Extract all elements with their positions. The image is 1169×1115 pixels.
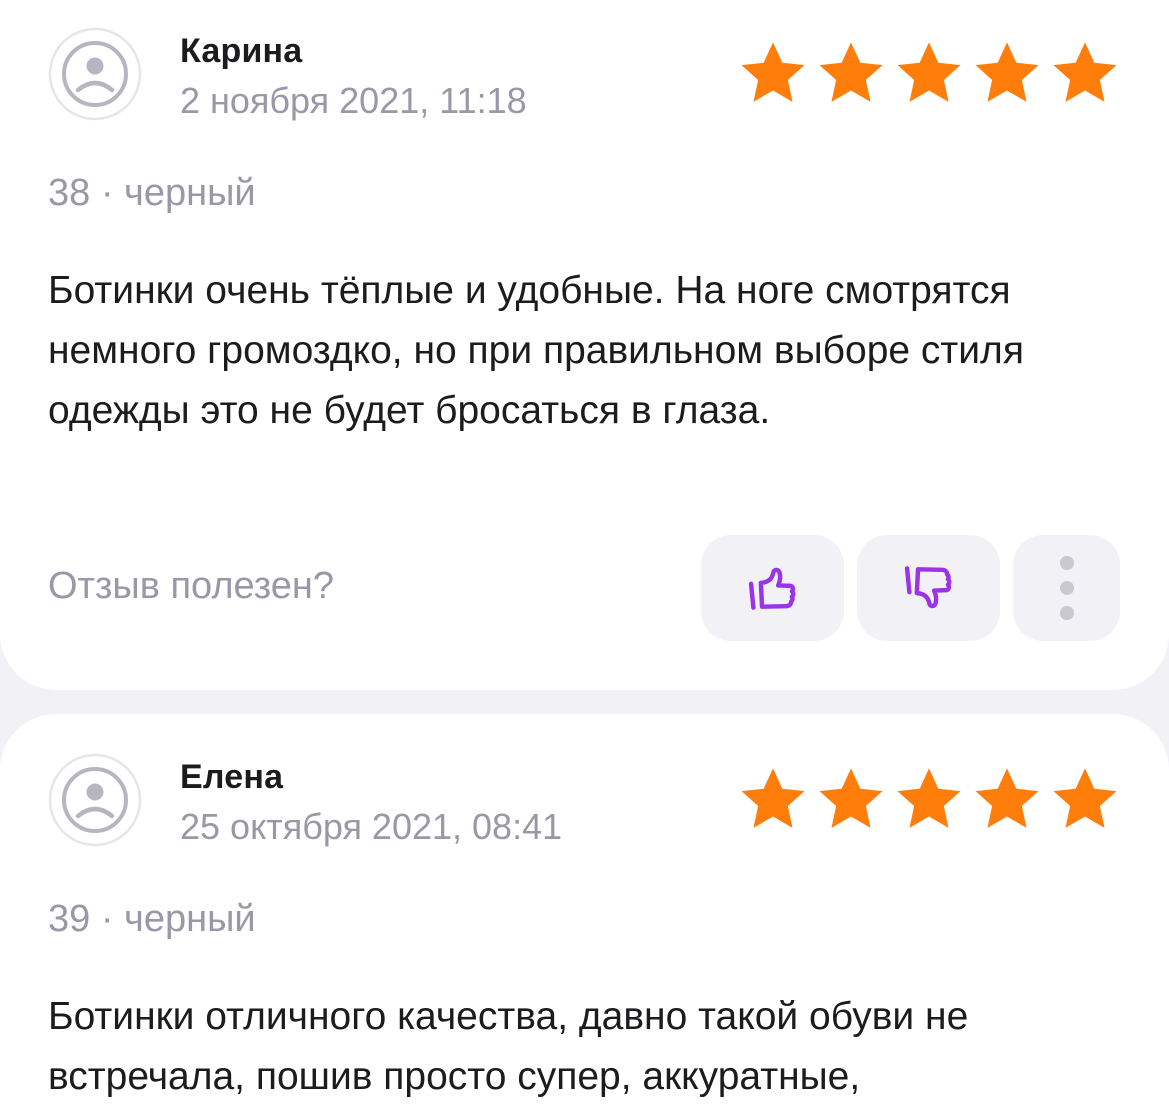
rating-stars xyxy=(738,764,1120,834)
star-icon xyxy=(897,42,961,102)
more-options-button[interactable] xyxy=(1013,535,1120,641)
sad-face-icon xyxy=(48,27,142,121)
size-color-variant: 39 · черный xyxy=(48,898,256,940)
author-name: Карина xyxy=(180,32,303,70)
size-color-variant: 38 · черный xyxy=(48,172,256,214)
star-icon xyxy=(819,768,883,828)
star-icon xyxy=(975,768,1039,828)
like-button[interactable] xyxy=(701,535,844,641)
review-date: 2 ноября 2021, 11:18 xyxy=(180,80,527,121)
sad-face-icon xyxy=(48,753,142,847)
more-vertical-icon xyxy=(1059,556,1074,620)
dislike-button[interactable] xyxy=(857,535,1000,641)
star-icon xyxy=(741,42,805,102)
author-name: Елена xyxy=(180,758,284,796)
helpful-question: Отзыв полезен? xyxy=(48,565,335,607)
review-card: Карина 2 ноября 2021, 11:18 38 · черный … xyxy=(0,0,1169,690)
rating-stars xyxy=(738,38,1120,108)
star-icon xyxy=(1053,42,1117,102)
star-icon xyxy=(741,768,805,828)
review-date: 25 октября 2021, 08:41 xyxy=(180,806,563,847)
review-card: Елена 25 октября 2021, 08:41 39 · черный… xyxy=(0,714,1169,1115)
star-icon xyxy=(897,768,961,828)
thumbs-up-icon xyxy=(748,567,795,610)
review-text: Ботинки отличного качества, давно такой … xyxy=(48,995,969,1098)
star-icon xyxy=(1053,768,1117,828)
star-icon xyxy=(819,42,883,102)
thumbs-down-icon xyxy=(904,566,951,609)
review-text: Ботинки очень тёплые и удобные. На ноге … xyxy=(48,269,1024,432)
star-icon xyxy=(975,42,1039,102)
